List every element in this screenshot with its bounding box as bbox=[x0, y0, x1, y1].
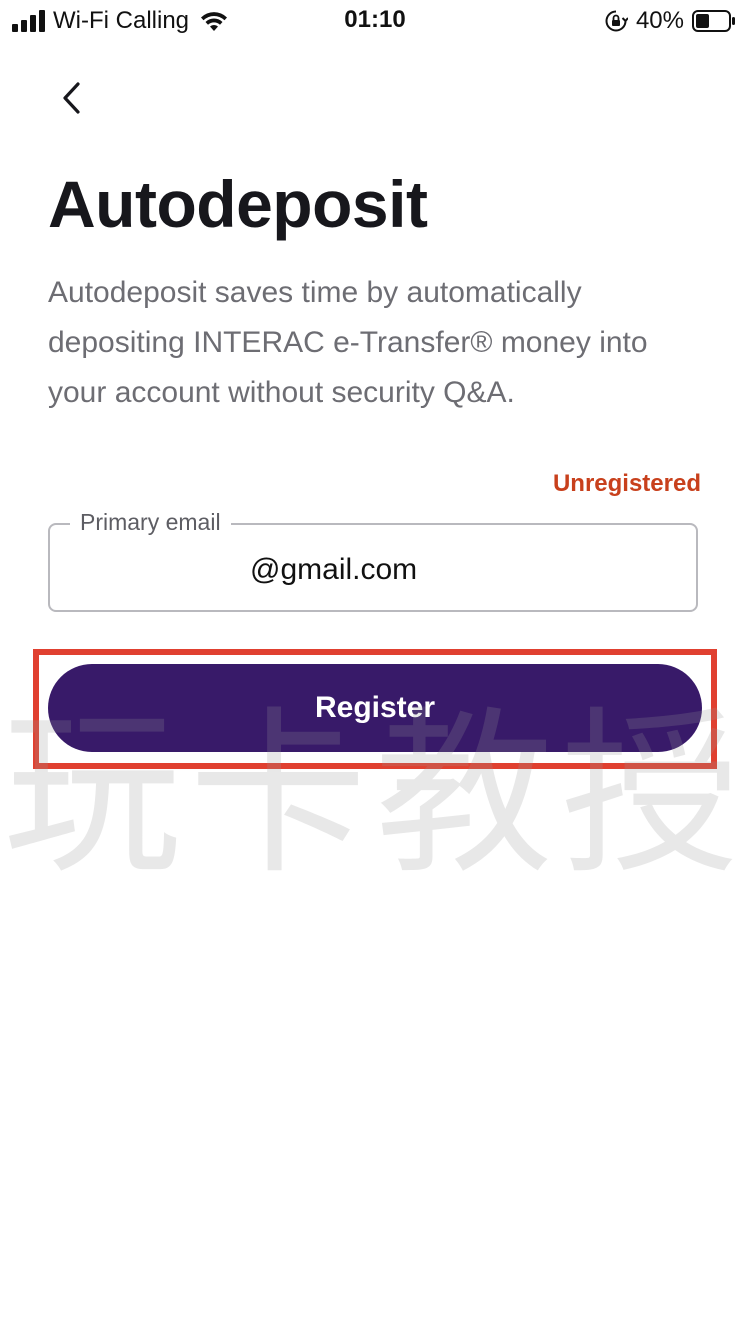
orientation-lock-icon bbox=[605, 10, 628, 32]
page-title: Autodeposit bbox=[48, 167, 428, 241]
primary-email-field[interactable]: Primary email @gmail.com bbox=[48, 509, 698, 612]
status-bar: Wi-Fi Calling 01:10 40% bbox=[0, 0, 750, 42]
register-button[interactable]: Register bbox=[48, 664, 702, 752]
registration-status-badge: Unregistered bbox=[552, 470, 701, 497]
status-right: 40% bbox=[604, 6, 736, 36]
battery-icon bbox=[692, 10, 735, 32]
primary-email-label: Primary email bbox=[70, 509, 231, 536]
battery-percentage: 40% bbox=[635, 7, 684, 34]
back-button[interactable] bbox=[48, 74, 96, 122]
email-redaction bbox=[80, 551, 240, 591]
primary-email-value: @gmail.com bbox=[250, 553, 418, 586]
page-description: Autodeposit saves time by automatically … bbox=[48, 276, 648, 409]
chevron-left-icon bbox=[63, 82, 80, 114]
